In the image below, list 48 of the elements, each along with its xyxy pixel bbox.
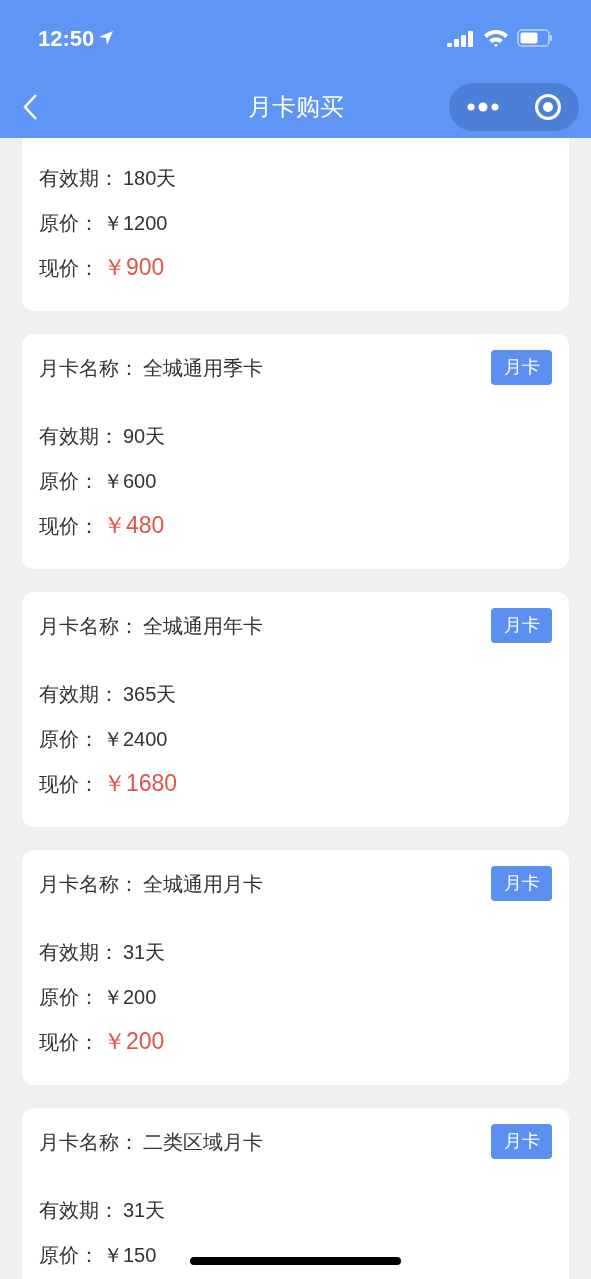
field-label: 现价： [39, 513, 99, 539]
field-value: ￥150 [103, 1242, 157, 1268]
page-title: 月卡购买 [247, 92, 344, 122]
wifi-icon [483, 29, 509, 47]
field-label: 现价： [39, 1029, 99, 1055]
current-price: ￥1680 [103, 769, 178, 799]
card-tag: 月卡 [491, 1124, 552, 1159]
field-value: ￥600 [103, 468, 157, 494]
card-name-label: 月卡名称： [39, 1129, 139, 1155]
signal-icon [447, 29, 475, 47]
field-label: 有效期： [39, 939, 119, 965]
field-value: ￥2400 [103, 726, 168, 752]
card-name-label: 月卡名称： [39, 871, 139, 897]
location-arrow-icon [98, 30, 115, 46]
current-price: ￥200 [103, 1027, 165, 1057]
card-name-label: 月卡名称： [39, 613, 139, 639]
card-tag: 月卡 [491, 350, 552, 385]
field-label: 有效期： [39, 681, 119, 707]
field-label: 现价： [39, 771, 99, 797]
card-name-label: 月卡名称： [39, 355, 139, 381]
field-value: 31天 [123, 1197, 166, 1223]
field-label: 有效期： [39, 1197, 119, 1223]
status-time: 12:50 [38, 24, 95, 53]
card-name: 全城通用月卡 [143, 871, 263, 897]
card-name: 全城通用季卡 [143, 355, 263, 381]
field-label: 原价： [39, 1242, 99, 1268]
close-icon[interactable] [533, 93, 562, 121]
field-label: 原价： [39, 726, 99, 752]
battery-icon [517, 29, 553, 47]
current-price: ￥900 [103, 253, 165, 283]
field-label: 原价： [39, 210, 99, 236]
field-label: 原价： [39, 984, 99, 1010]
field-value: ￥1200 [103, 210, 168, 236]
card-name: 二类区域月卡 [143, 1129, 263, 1155]
card-name: 全城通用年卡 [143, 613, 263, 639]
field-label: 现价： [39, 255, 99, 281]
field-value: ￥200 [103, 984, 157, 1010]
current-price: ￥480 [103, 511, 165, 541]
field-label: 有效期： [39, 423, 119, 449]
field-value: 180天 [123, 165, 177, 191]
field-value: 31天 [123, 939, 166, 965]
card-tag: 月卡 [491, 866, 552, 901]
field-value: 365天 [123, 681, 177, 707]
field-label: 原价： [39, 468, 99, 494]
more-icon[interactable] [466, 102, 499, 112]
field-value: 90天 [123, 423, 166, 449]
card-tag: 月卡 [491, 608, 552, 643]
field-label: 有效期： [39, 165, 119, 191]
